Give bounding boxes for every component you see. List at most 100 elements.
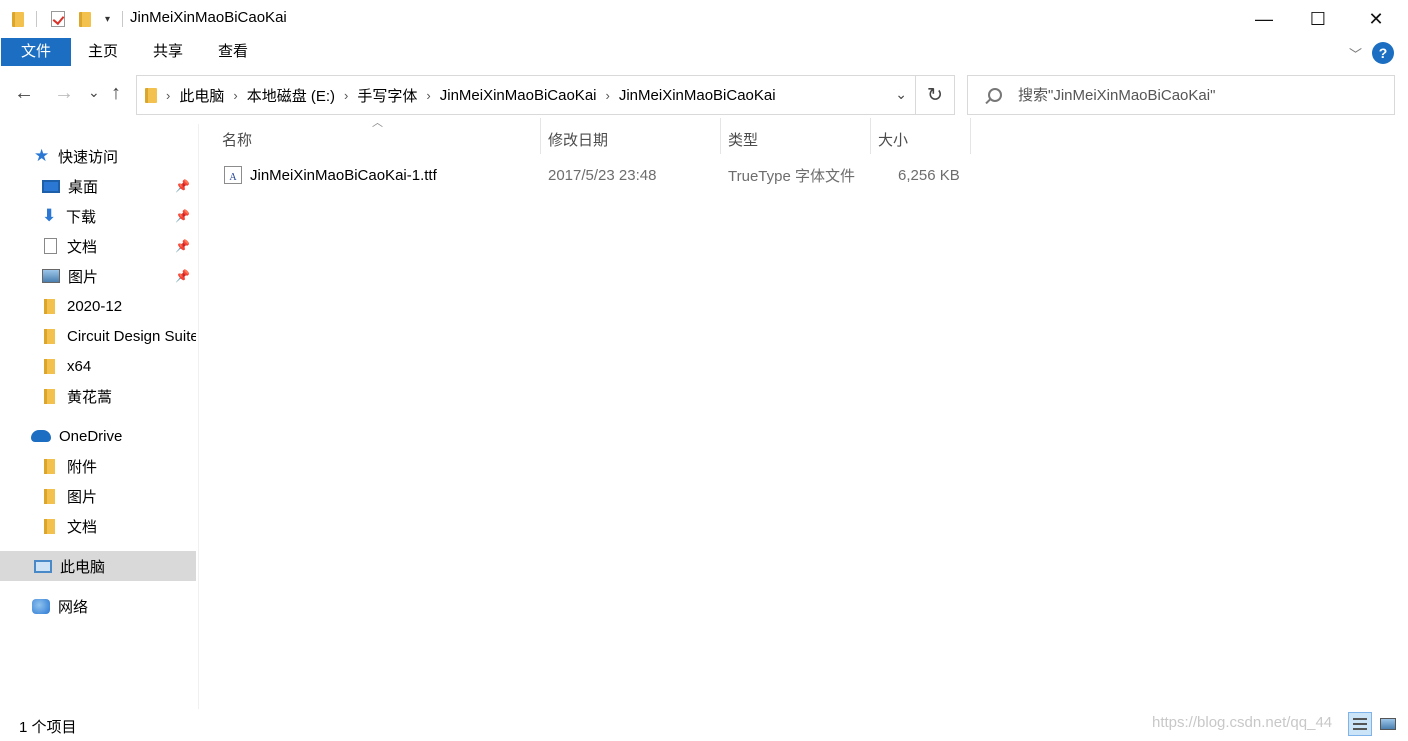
- sidebar-item-2020-12[interactable]: 2020-12: [0, 291, 196, 321]
- sidebar-item-label: 文档: [67, 238, 98, 256]
- column-header-type[interactable]: 类型: [728, 124, 758, 154]
- address-bar[interactable]: › 此电脑 › 本地磁盘 (E:) › 手写字体 › JinMeiXinMaoB…: [136, 75, 916, 115]
- truetype-font-file-icon: A: [224, 166, 242, 184]
- sidebar-item-label: 图片: [67, 488, 98, 506]
- toolbar-divider: [122, 11, 124, 27]
- sidebar-item-label: 此电脑: [60, 558, 106, 576]
- large-icons-view-icon: [1380, 718, 1396, 730]
- column-divider[interactable]: [870, 118, 871, 154]
- tab-file[interactable]: 文件: [1, 38, 71, 66]
- ribbon-tabs: 文件 主页 共享 查看 ﹀ ?: [0, 38, 1408, 66]
- help-icon[interactable]: ?: [1372, 42, 1394, 64]
- sidebar-item-label: 文档: [67, 518, 98, 536]
- column-header-modified[interactable]: 修改日期: [548, 124, 608, 154]
- sidebar-item-onedrive-documents[interactable]: 文档: [0, 511, 196, 541]
- sidebar-item-label: Circuit Design Suite: [67, 327, 196, 345]
- column-header-name[interactable]: 名称: [222, 124, 252, 154]
- sidebar-item-label: 桌面: [68, 178, 99, 196]
- breadcrumb-local-disk[interactable]: 本地磁盘 (E:): [247, 85, 335, 106]
- properties-icon[interactable]: [51, 11, 65, 27]
- details-view-button[interactable]: [1348, 712, 1372, 736]
- sidebar-item-label: OneDrive: [59, 427, 123, 445]
- sidebar-item-network[interactable]: 网络: [0, 591, 196, 621]
- folder-icon: [44, 358, 55, 374]
- sidebar-item-this-pc[interactable]: 此电脑: [0, 551, 196, 581]
- file-name-cell[interactable]: A JinMeiXinMaoBiCaoKai-1.ttf: [224, 160, 437, 190]
- sidebar-item-desktop[interactable]: 桌面 📌: [0, 171, 196, 201]
- breadcrumb: 此电脑 › 本地磁盘 (E:) › 手写字体 › JinMeiXinMaoBiC…: [179, 85, 775, 106]
- large-icons-view-button[interactable]: [1376, 712, 1400, 736]
- breadcrumb-current-folder[interactable]: JinMeiXinMaoBiCaoKai: [619, 87, 776, 104]
- minimize-button[interactable]: —: [1236, 0, 1292, 38]
- sidebar-item-label: 图片: [68, 268, 99, 286]
- pin-icon[interactable]: 📌: [175, 239, 190, 253]
- table-row[interactable]: A JinMeiXinMaoBiCaoKai-1.ttf 2017/5/23 2…: [215, 160, 975, 190]
- column-divider[interactable]: [720, 118, 721, 154]
- sidebar-item-circuit-design-suite[interactable]: Circuit Design Suite: [0, 321, 196, 351]
- sidebar-item-downloads[interactable]: ⬇ 下载 📌: [0, 201, 196, 231]
- breadcrumb-chevron-icon[interactable]: ›: [344, 88, 348, 103]
- address-history-dropdown-icon[interactable]: ⌄: [895, 86, 907, 103]
- search-input[interactable]: [1018, 86, 1378, 104]
- breadcrumb-chevron-icon[interactable]: ›: [426, 88, 430, 103]
- network-icon: [32, 598, 50, 614]
- sidebar-item-onedrive[interactable]: OneDrive: [0, 421, 196, 451]
- file-name: JinMeiXinMaoBiCaoKai-1.ttf: [250, 166, 437, 184]
- refresh-button[interactable]: ↻: [916, 75, 955, 115]
- breadcrumb-handwriting-fonts[interactable]: 手写字体: [357, 85, 417, 106]
- file-type: TrueType 字体文件: [728, 167, 855, 185]
- forward-button[interactable]: →: [54, 82, 74, 105]
- column-divider[interactable]: [540, 118, 541, 154]
- sidebar-item-label: 下载: [66, 208, 97, 226]
- desktop-icon: [42, 179, 60, 193]
- breadcrumb-folder[interactable]: JinMeiXinMaoBiCaoKai: [440, 87, 597, 104]
- sidebar-item-documents[interactable]: 文档 📌: [0, 231, 196, 261]
- status-item-count: 1 个项目: [19, 719, 77, 736]
- navigation-bar: ← → ⌄ ↑ › 此电脑 › 本地磁盘 (E:) › 手写字体 › JinMe…: [0, 66, 1408, 124]
- folder-icon: [12, 11, 24, 27]
- folder-icon: [44, 488, 55, 504]
- maximize-button[interactable]: ☐: [1290, 0, 1346, 38]
- breadcrumb-this-pc[interactable]: 此电脑: [179, 85, 224, 106]
- sidebar-item-label: 黄花蒿: [67, 388, 113, 406]
- pin-icon[interactable]: 📌: [175, 209, 190, 223]
- file-size: 6,256 KB: [898, 166, 960, 184]
- new-folder-icon[interactable]: [79, 11, 91, 27]
- watermark: https://blog.csdn.net/qq_44: [1152, 714, 1333, 731]
- sidebar-item-onedrive-pictures[interactable]: 图片: [0, 481, 196, 511]
- close-button[interactable]: ✕: [1348, 0, 1404, 38]
- sidebar-item-label: 2020-12: [67, 297, 123, 315]
- sidebar-item-quick-access[interactable]: ★ 快速访问: [0, 141, 196, 171]
- customize-toolbar-dropdown-icon[interactable]: ▾: [105, 14, 110, 25]
- folder-icon: [44, 518, 55, 534]
- folder-icon: [44, 458, 55, 474]
- navigation-pane: ★ 快速访问 桌面 📌 ⬇ 下载 📌 文档 📌 图片 📌 2020-12 Cir…: [0, 124, 199, 709]
- sidebar-item-attachments[interactable]: 附件: [0, 451, 196, 481]
- breadcrumb-chevron-icon[interactable]: ›: [233, 88, 237, 103]
- up-button[interactable]: ↑: [111, 82, 121, 105]
- column-header-size[interactable]: 大小: [878, 124, 908, 154]
- recent-locations-dropdown[interactable]: ⌄: [88, 84, 100, 101]
- expand-ribbon-chevron-icon[interactable]: ﹀: [1349, 44, 1362, 63]
- sort-ascending-icon: ︿: [372, 117, 383, 129]
- tab-share[interactable]: 共享: [141, 38, 195, 66]
- search-box[interactable]: [967, 75, 1395, 115]
- sidebar-item-pictures[interactable]: 图片 📌: [0, 261, 196, 291]
- document-icon: [44, 238, 57, 254]
- toolbar-divider: [36, 11, 37, 27]
- column-divider[interactable]: [970, 118, 971, 154]
- tab-view[interactable]: 查看: [206, 38, 260, 66]
- breadcrumb-chevron-icon[interactable]: ›: [606, 88, 610, 103]
- pin-icon[interactable]: 📌: [175, 179, 190, 193]
- folder-icon: [44, 328, 55, 344]
- sidebar-item-label: 附件: [67, 458, 98, 476]
- sidebar-item-label: 网络: [58, 598, 89, 616]
- sidebar-item-x64[interactable]: x64: [0, 351, 196, 381]
- pin-icon[interactable]: 📌: [175, 269, 190, 283]
- tab-home[interactable]: 主页: [76, 38, 130, 66]
- back-button[interactable]: ←: [14, 82, 34, 105]
- breadcrumb-chevron-icon[interactable]: ›: [166, 88, 170, 103]
- window-title: JinMeiXinMaoBiCaoKai: [130, 9, 287, 26]
- star-icon: ★: [34, 146, 50, 165]
- sidebar-item-huanghuahao[interactable]: 黄花蒿: [0, 381, 196, 411]
